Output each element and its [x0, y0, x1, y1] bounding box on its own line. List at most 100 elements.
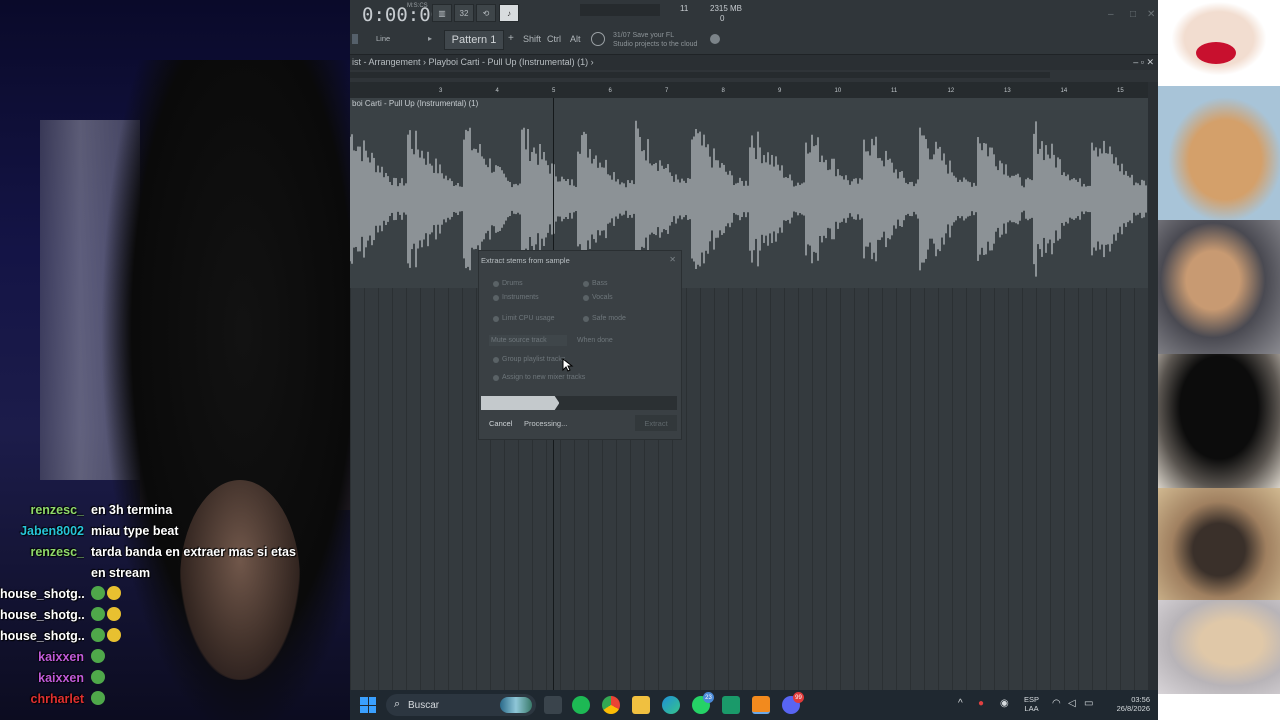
taskbar-search[interactable]: ⌕ Buscar [386, 694, 536, 716]
file-explorer-icon[interactable] [632, 696, 650, 714]
emote-icon [107, 586, 121, 600]
chat-text [84, 689, 304, 710]
horizontal-scrollbar[interactable] [350, 72, 1050, 78]
language-indicator[interactable]: ESP LAA [1024, 695, 1039, 713]
mouse-cursor-icon [562, 358, 574, 372]
playlist-header: ist - Arrangement › Playboi Carti - Pull… [350, 55, 1158, 70]
playlist-breadcrumb: ist - Arrangement › Playboi Carti - Pull… [352, 57, 594, 67]
step-icon[interactable]: 32 [454, 4, 474, 22]
dog-image-1 [1158, 0, 1280, 86]
extract-button[interactable]: Extract [635, 415, 677, 431]
spotify-icon[interactable] [572, 696, 590, 714]
chrome-icon[interactable] [602, 696, 620, 714]
chat-username: chrharlet [30, 692, 85, 706]
shift-key[interactable]: Shift [523, 34, 541, 44]
app-icon[interactable] [722, 696, 740, 714]
playlist-lanes[interactable] [350, 288, 1148, 690]
chat-text [84, 626, 304, 647]
tray-app-icon[interactable]: ● [978, 698, 984, 709]
snap-mode[interactable]: Line [376, 34, 390, 43]
discord-icon[interactable]: 99 [782, 692, 804, 714]
whatsapp-icon[interactable]: 23 [692, 692, 714, 714]
ruler-tick: 12 [947, 88, 955, 94]
pattern-song-icon[interactable]: ▥ [432, 4, 452, 22]
ctrl-key[interactable]: Ctrl [547, 34, 561, 44]
option-instruments[interactable]: Instruments [493, 294, 539, 301]
emote-icon [107, 628, 121, 642]
progress-fill [481, 396, 560, 410]
microphone-icon[interactable]: ◉ [1000, 698, 1009, 709]
vertical-scrollbar[interactable] [1148, 82, 1158, 690]
chat-text [84, 584, 304, 605]
cloud-icon[interactable] [710, 34, 720, 44]
playlist-close-icon[interactable]: – ▫ ✕ [1133, 55, 1154, 70]
maximize-icon[interactable]: □ [1130, 9, 1136, 20]
wifi-icon[interactable]: ◠ [1052, 698, 1061, 709]
dialog-title: Extract stems from sample [481, 256, 570, 265]
chat-text: miau type beat [84, 521, 304, 542]
chat-message: chrharlet [0, 689, 350, 710]
toolbar: 0:00:00 M:S:CS ▥ 32 ⟲ ♪ 11 2315 MB 0 – □… [350, 0, 1158, 55]
cpu-zero: 0 [720, 14, 725, 23]
chat-text [84, 605, 304, 626]
group-playlist-toggle[interactable]: Group playlist tracks [493, 356, 565, 363]
chat-message-text: tarda banda en extraer mas si etas en st… [91, 545, 296, 580]
loop-icon[interactable]: ⟲ [476, 4, 496, 22]
minimize-icon[interactable]: – [1108, 9, 1114, 20]
chat-username: kaixxen [38, 650, 84, 664]
clip-label: boi Carti - Pull Up (Instrumental) (1) [350, 98, 1148, 110]
start-icon[interactable] [360, 697, 376, 713]
chat-message: house_shotg... [0, 626, 350, 647]
dog-image-2 [1158, 86, 1280, 220]
fl-studio-window: 0:00:00 M:S:CS ▥ 32 ⟲ ♪ 11 2315 MB 0 – □… [350, 0, 1158, 690]
dog-image-6 [1158, 600, 1280, 694]
timeline-ruler[interactable]: 3 4 5 6 7 8 9 10 11 12 13 14 15 [350, 82, 1148, 98]
safe-mode-toggle[interactable]: Safe mode [583, 315, 626, 322]
cancel-button[interactable]: Cancel [489, 419, 512, 428]
ruler-tick: 10 [834, 88, 842, 94]
mute-source-select[interactable]: Mute source track [489, 335, 567, 346]
volume-icon[interactable]: ◁ [1068, 698, 1076, 709]
option-bass[interactable]: Bass [583, 280, 608, 287]
chat-text [84, 647, 304, 668]
chat-overlay: renzesc_ en 3h termina Jaben8002 miau type … [0, 500, 350, 710]
chat-username: kaixxen [38, 671, 84, 685]
discord-badge: 99 [793, 692, 804, 703]
pattern-selector[interactable]: Pattern 1 [444, 30, 504, 50]
snap-icon[interactable] [352, 34, 358, 44]
ruler-tick: 4 [495, 88, 499, 94]
search-highlight-icon [500, 697, 532, 713]
option-vocals[interactable]: Vocals [583, 294, 613, 301]
battery-icon[interactable]: ▭ [1084, 698, 1093, 709]
close-window-icon[interactable]: ✕ [1147, 9, 1155, 20]
taskbar-clock[interactable]: 03:56 26/8/2026 [1102, 695, 1150, 713]
ruler-tick: 15 [1117, 88, 1124, 94]
chat-message: house_shotg... [0, 605, 350, 626]
fl-studio-icon[interactable] [752, 696, 770, 714]
ruler-tick: 13 [1004, 88, 1011, 94]
prev-pattern-icon[interactable]: ▸ [428, 34, 432, 43]
option-drums[interactable]: Drums [493, 280, 523, 287]
alt-key[interactable]: Alt [570, 34, 581, 44]
assign-mixer-toggle[interactable]: Assign to new mixer tracks [493, 374, 585, 381]
chat-username: renzesc_ [30, 545, 84, 559]
dog-image-4 [1158, 354, 1280, 488]
edge-icon[interactable] [662, 696, 680, 714]
task-view-icon[interactable] [544, 696, 562, 714]
emote-icon [91, 607, 105, 621]
status-text: Processing... [524, 419, 568, 428]
ruler-tick: 11 [891, 88, 898, 94]
search-icon: ⌕ [394, 698, 401, 710]
search-placeholder: Buscar [408, 699, 440, 711]
audio-clip-waveform[interactable] [350, 110, 1148, 288]
tray-chevron-icon[interactable]: ^ [958, 698, 963, 709]
hint-line-1: 31/07 Save your FL [613, 32, 675, 39]
chat-username: renzesc_ [30, 503, 84, 517]
dialog-close-icon[interactable]: ✕ [669, 255, 676, 264]
hint-line-2: Studio projects to the cloud [613, 41, 698, 48]
add-pattern-icon[interactable]: + [508, 33, 514, 44]
chat-message: Jaben8002 miau type beat [0, 521, 350, 542]
metronome-icon[interactable]: ♪ [499, 4, 519, 22]
limit-cpu-toggle[interactable]: Limit CPU usage [493, 315, 555, 322]
news-icon[interactable] [591, 32, 605, 46]
